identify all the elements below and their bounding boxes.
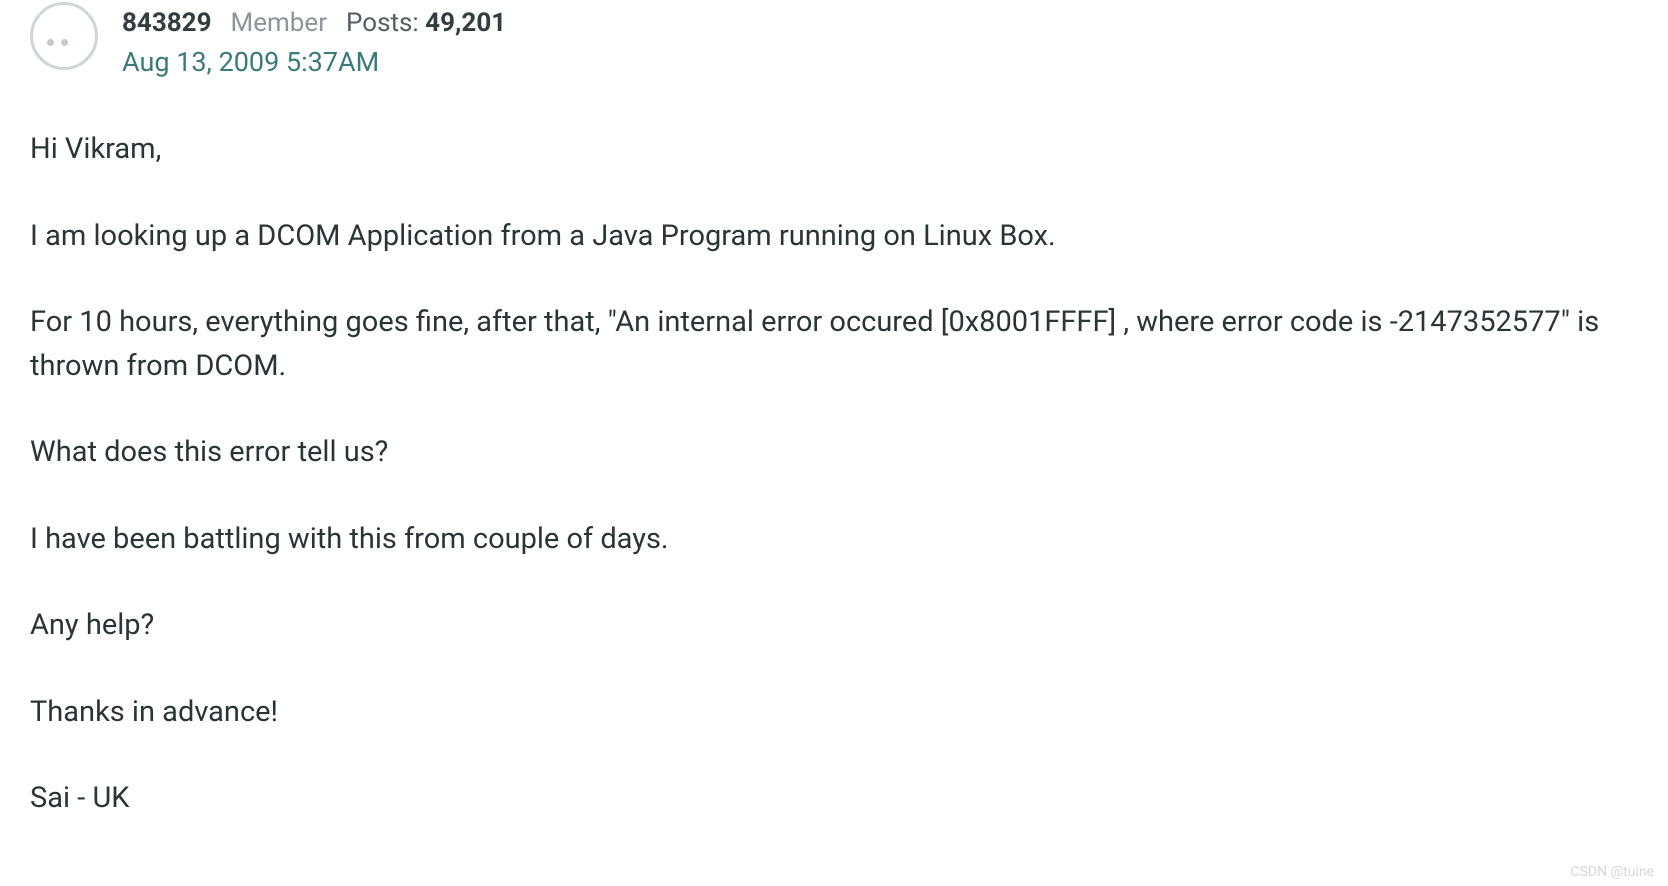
author-role: Member: [231, 8, 327, 38]
post-paragraph: Thanks in advance!: [30, 691, 1638, 735]
post-paragraph: What does this error tell us?: [30, 431, 1638, 475]
avatar-face-icon: [47, 39, 68, 46]
post-paragraph: Hi Vikram,: [30, 128, 1638, 172]
post-paragraph: Any help?: [30, 604, 1638, 648]
posts-label: Posts:: [346, 8, 419, 38]
posts-info: Posts: 49,201: [346, 8, 506, 38]
author-row: 843829 Member Posts: 49,201: [122, 8, 506, 38]
post-paragraph: Sai - UK: [30, 777, 1638, 821]
post-paragraph: I am looking up a DCOM Application from …: [30, 215, 1638, 259]
post-timestamp[interactable]: Aug 13, 2009 5:37AM: [122, 46, 506, 78]
avatar[interactable]: [30, 2, 98, 70]
post-header: 843829 Member Posts: 49,201 Aug 13, 2009…: [30, 0, 1638, 78]
post-paragraph: I have been battling with this from coup…: [30, 518, 1638, 562]
posts-count: 49,201: [425, 8, 506, 38]
author-username[interactable]: 843829: [122, 8, 212, 38]
watermark: CSDN @tuine: [1570, 864, 1654, 880]
post-paragraph: For 10 hours, everything goes fine, afte…: [30, 301, 1638, 388]
post-body: Hi Vikram, I am looking up a DCOM Applic…: [30, 128, 1638, 821]
post-meta: 843829 Member Posts: 49,201 Aug 13, 2009…: [122, 2, 506, 78]
